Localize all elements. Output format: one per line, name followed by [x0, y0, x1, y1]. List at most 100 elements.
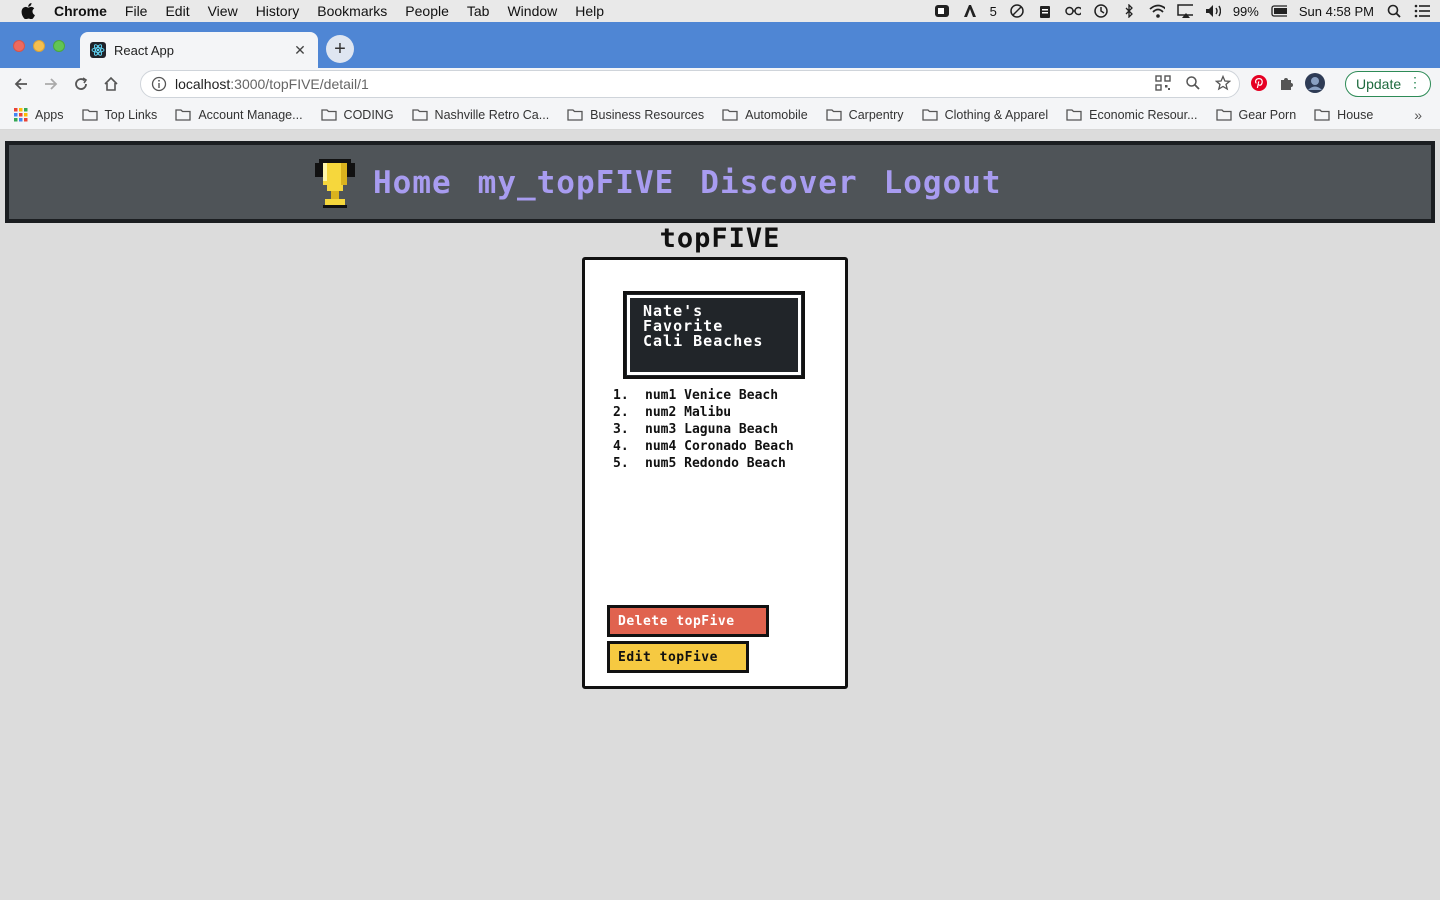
- bookmark-folder[interactable]: Carpentry: [826, 108, 904, 122]
- address-bar[interactable]: localhost:3000/topFIVE/detail/1: [140, 70, 1240, 98]
- reload-icon[interactable]: [66, 69, 96, 99]
- bookmark-label: Clothing & Apparel: [944, 107, 1049, 122]
- folder-icon: [1066, 109, 1082, 121]
- list-item-text: num2 Malibu: [645, 405, 732, 420]
- apple-icon[interactable]: [20, 3, 36, 19]
- folder-icon: [81, 109, 98, 121]
- browser-toolbar: localhost:3000/topFIVE/detail/1 Update ⋮: [0, 68, 1440, 100]
- list-title: Nate's Favorite Cali Beaches: [643, 302, 764, 350]
- window-zoom-button[interactable]: [53, 40, 65, 52]
- airplay-icon[interactable]: [1177, 4, 1193, 18]
- bookmark-folder[interactable]: Gear Porn: [1215, 107, 1297, 122]
- page-viewport: Home my_topFIVE Discover Logout topFIVE …: [0, 131, 1440, 900]
- list-item-number: 1.: [613, 388, 629, 403]
- page-title: topFIVE: [659, 223, 781, 254]
- menu-bookmarks[interactable]: Bookmarks: [317, 3, 387, 19]
- apps-grid-icon: [14, 107, 28, 121]
- chrome-update-button[interactable]: Update ⋮: [1345, 71, 1431, 97]
- bookmark-folder[interactable]: Top Links: [81, 107, 158, 122]
- battery-icon[interactable]: [1271, 4, 1287, 18]
- extensions-puzzle-icon[interactable]: [1278, 75, 1294, 96]
- extensions-area: [1250, 72, 1326, 99]
- menu-tab[interactable]: Tab: [467, 3, 490, 19]
- zoom-magnifier-icon[interactable]: [1185, 75, 1201, 94]
- bookmark-label: Business Resources: [590, 107, 705, 122]
- menubar-status-area: 5 99% Sun 4:58 PM: [934, 0, 1430, 22]
- more-menu-icon[interactable]: ⋮: [1408, 75, 1422, 89]
- new-tab-button[interactable]: +: [326, 35, 354, 63]
- list-item-text: num3 Laguna Beach: [645, 422, 779, 437]
- adobe-icon[interactable]: [962, 4, 978, 18]
- window-close-button[interactable]: [13, 40, 25, 52]
- clock[interactable]: Sun 4:58 PM: [1299, 4, 1374, 19]
- list-item-text: num5 Redondo Beach: [645, 456, 786, 471]
- list-item-number: 2.: [613, 405, 629, 420]
- bookmark-folder[interactable]: CODING: [320, 107, 394, 122]
- focus-icon[interactable]: [1009, 4, 1025, 18]
- tab-title: React App: [114, 42, 174, 58]
- bookmark-label: Apps: [35, 107, 64, 122]
- nav-my-topfive-link[interactable]: my_topFIVE: [478, 165, 675, 201]
- time-machine-icon[interactable]: [1093, 4, 1109, 18]
- topfive-list: 1. num1 Venice Beach 2. num2 Malibu 3. num3…: [609, 388, 829, 473]
- menu-edit[interactable]: Edit: [165, 3, 189, 19]
- list-item: 2. num2 Malibu: [609, 405, 829, 420]
- bookmark-folder[interactable]: Account Manage...: [175, 108, 303, 122]
- bookmark-label: House: [1337, 107, 1374, 122]
- home-icon[interactable]: [96, 69, 126, 99]
- qr-code-icon[interactable]: [1155, 75, 1171, 94]
- nav-home-link[interactable]: Home: [373, 165, 452, 201]
- bookmark-label: Gear Porn: [1238, 107, 1297, 122]
- bookmark-folder[interactable]: Automobile: [722, 108, 808, 122]
- list-item: 5. num5 Redondo Beach: [609, 456, 829, 471]
- list-item: 4. num4 Coronado Beach: [609, 439, 829, 454]
- bookmark-label: CODING: [343, 107, 394, 122]
- clipboard-icon[interactable]: [1037, 4, 1053, 18]
- menu-file[interactable]: File: [125, 3, 148, 19]
- list-item-number: 3.: [613, 422, 629, 437]
- bookmark-folder[interactable]: Clothing & Apparel: [921, 107, 1049, 122]
- bookmark-label: Automobile: [745, 107, 808, 122]
- folder-icon: [1215, 109, 1232, 121]
- menu-window[interactable]: Window: [507, 3, 557, 19]
- folder-icon: [722, 109, 738, 121]
- topfive-detail-card: Nate's Favorite Cali Beaches 1. num1 Veni…: [582, 257, 848, 689]
- edit-topfive-button[interactable]: Edit topFive: [607, 641, 749, 673]
- bluetooth-icon[interactable]: [1121, 4, 1137, 18]
- bookmark-star-icon[interactable]: [1214, 74, 1232, 94]
- bookmark-label: Top Links: [104, 107, 158, 122]
- tab-close-icon[interactable]: ✕: [292, 42, 308, 58]
- bookmark-apps[interactable]: Apps: [14, 107, 64, 122]
- menu-view[interactable]: View: [208, 3, 238, 19]
- browser-tab-active[interactable]: React App ✕: [80, 32, 318, 68]
- list-title-box: Nate's Favorite Cali Beaches: [623, 291, 805, 379]
- site-info-icon[interactable]: [151, 76, 167, 92]
- menu-people[interactable]: People: [405, 3, 449, 19]
- menu-help[interactable]: Help: [575, 3, 604, 19]
- bookmark-folder[interactable]: Nashville Retro Ca...: [411, 108, 549, 122]
- back-arrow-icon[interactable]: [6, 69, 36, 99]
- wifi-icon[interactable]: [1149, 4, 1165, 18]
- volume-icon[interactable]: [1205, 4, 1221, 18]
- glasses-icon[interactable]: [1065, 4, 1081, 18]
- bookmark-folder[interactable]: Economic Resour...: [1066, 107, 1198, 122]
- bookmark-folder[interactable]: House: [1314, 108, 1373, 122]
- menu-history[interactable]: History: [256, 3, 300, 19]
- notification-center-icon[interactable]: [1414, 4, 1430, 18]
- trophy-icon[interactable]: [311, 157, 359, 209]
- delete-topfive-button[interactable]: Delete topFive: [607, 605, 769, 637]
- menu-app-name[interactable]: Chrome: [54, 3, 107, 19]
- zoom-icon[interactable]: [934, 4, 950, 18]
- forward-arrow-icon[interactable]: [36, 69, 66, 99]
- list-item-number: 4.: [613, 439, 629, 454]
- window-minimize-button[interactable]: [33, 40, 45, 52]
- nav-discover-link[interactable]: Discover: [700, 165, 857, 201]
- bookmark-label: Economic Resour...: [1089, 107, 1198, 122]
- bookmark-folder[interactable]: Business Resources: [567, 108, 704, 122]
- nav-logout-link[interactable]: Logout: [884, 165, 1002, 201]
- pinterest-icon[interactable]: [1250, 74, 1268, 97]
- profile-avatar[interactable]: [1304, 72, 1326, 99]
- spotlight-icon[interactable]: [1386, 4, 1402, 18]
- bookmarks-overflow-icon[interactable]: »: [1414, 107, 1422, 123]
- folder-icon: [1314, 109, 1330, 121]
